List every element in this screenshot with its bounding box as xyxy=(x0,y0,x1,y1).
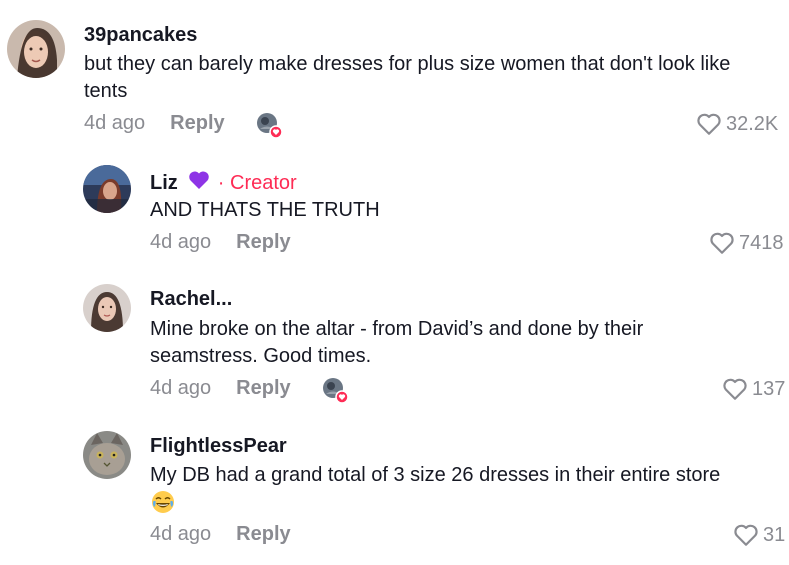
creator-liked-badge-icon xyxy=(256,112,283,139)
avatar[interactable] xyxy=(83,165,131,213)
comment-meta: 4d ago Reply xyxy=(150,523,291,546)
username-text[interactable]: Liz xyxy=(150,172,178,195)
username-text[interactable]: FlightlessPear xyxy=(150,435,287,458)
comment-meta: 4d ago Reply xyxy=(150,377,291,400)
avatar[interactable] xyxy=(7,20,65,78)
avatar[interactable] xyxy=(83,431,131,479)
comment-text: Mine broke on the altar - from David’s a… xyxy=(150,318,644,367)
like-count: 31 xyxy=(763,523,786,546)
comment-time: 4d ago xyxy=(84,112,146,134)
heart-outline-icon xyxy=(723,378,747,400)
like-button[interactable]: 31 xyxy=(733,523,785,547)
comment-text: My DB had a grand total of 3 size 26 dre… xyxy=(150,464,721,486)
comment-meta: 4d ago Reply xyxy=(84,112,225,135)
like-button[interactable]: 137 xyxy=(722,377,785,401)
heart-outline-icon xyxy=(734,524,758,546)
laughing-emoji-icon xyxy=(151,490,175,514)
comment-meta: 4d ago Reply xyxy=(150,231,291,254)
avatar[interactable] xyxy=(83,284,131,332)
like-button[interactable]: 7418 xyxy=(709,231,784,255)
username-text[interactable]: Rachel... xyxy=(150,288,232,311)
reply-button[interactable]: Reply xyxy=(236,377,290,400)
creator-liked-badge-icon xyxy=(322,377,349,404)
like-count: 7418 xyxy=(739,231,784,254)
comment-username[interactable]: Liz · Creator xyxy=(150,170,297,196)
comment-text: but they can barely make dresses for plu… xyxy=(84,53,731,102)
creator-badge: · Creator xyxy=(217,171,297,194)
heart-outline-icon xyxy=(697,113,721,135)
comment-time: 4d ago xyxy=(150,231,212,253)
reply-button[interactable]: Reply xyxy=(170,112,224,135)
comment-time: 4d ago xyxy=(150,523,212,545)
like-button[interactable]: 32.2K xyxy=(696,112,778,136)
heart-outline-icon xyxy=(710,232,734,254)
comment-username[interactable]: FlightlessPear xyxy=(150,435,287,458)
comment-username[interactable]: 39pancakes xyxy=(84,24,197,47)
comment-time: 4d ago xyxy=(150,377,212,399)
reply-button[interactable]: Reply xyxy=(236,523,290,546)
comment-text: AND THATS THE TRUTH xyxy=(150,199,380,221)
comment-username[interactable]: Rachel... xyxy=(150,288,232,311)
purple-heart-emoji-icon xyxy=(188,170,210,196)
like-count: 32.2K xyxy=(726,112,779,135)
username-text[interactable]: 39pancakes xyxy=(84,24,197,47)
reply-button[interactable]: Reply xyxy=(236,231,290,254)
like-count: 137 xyxy=(752,377,786,400)
